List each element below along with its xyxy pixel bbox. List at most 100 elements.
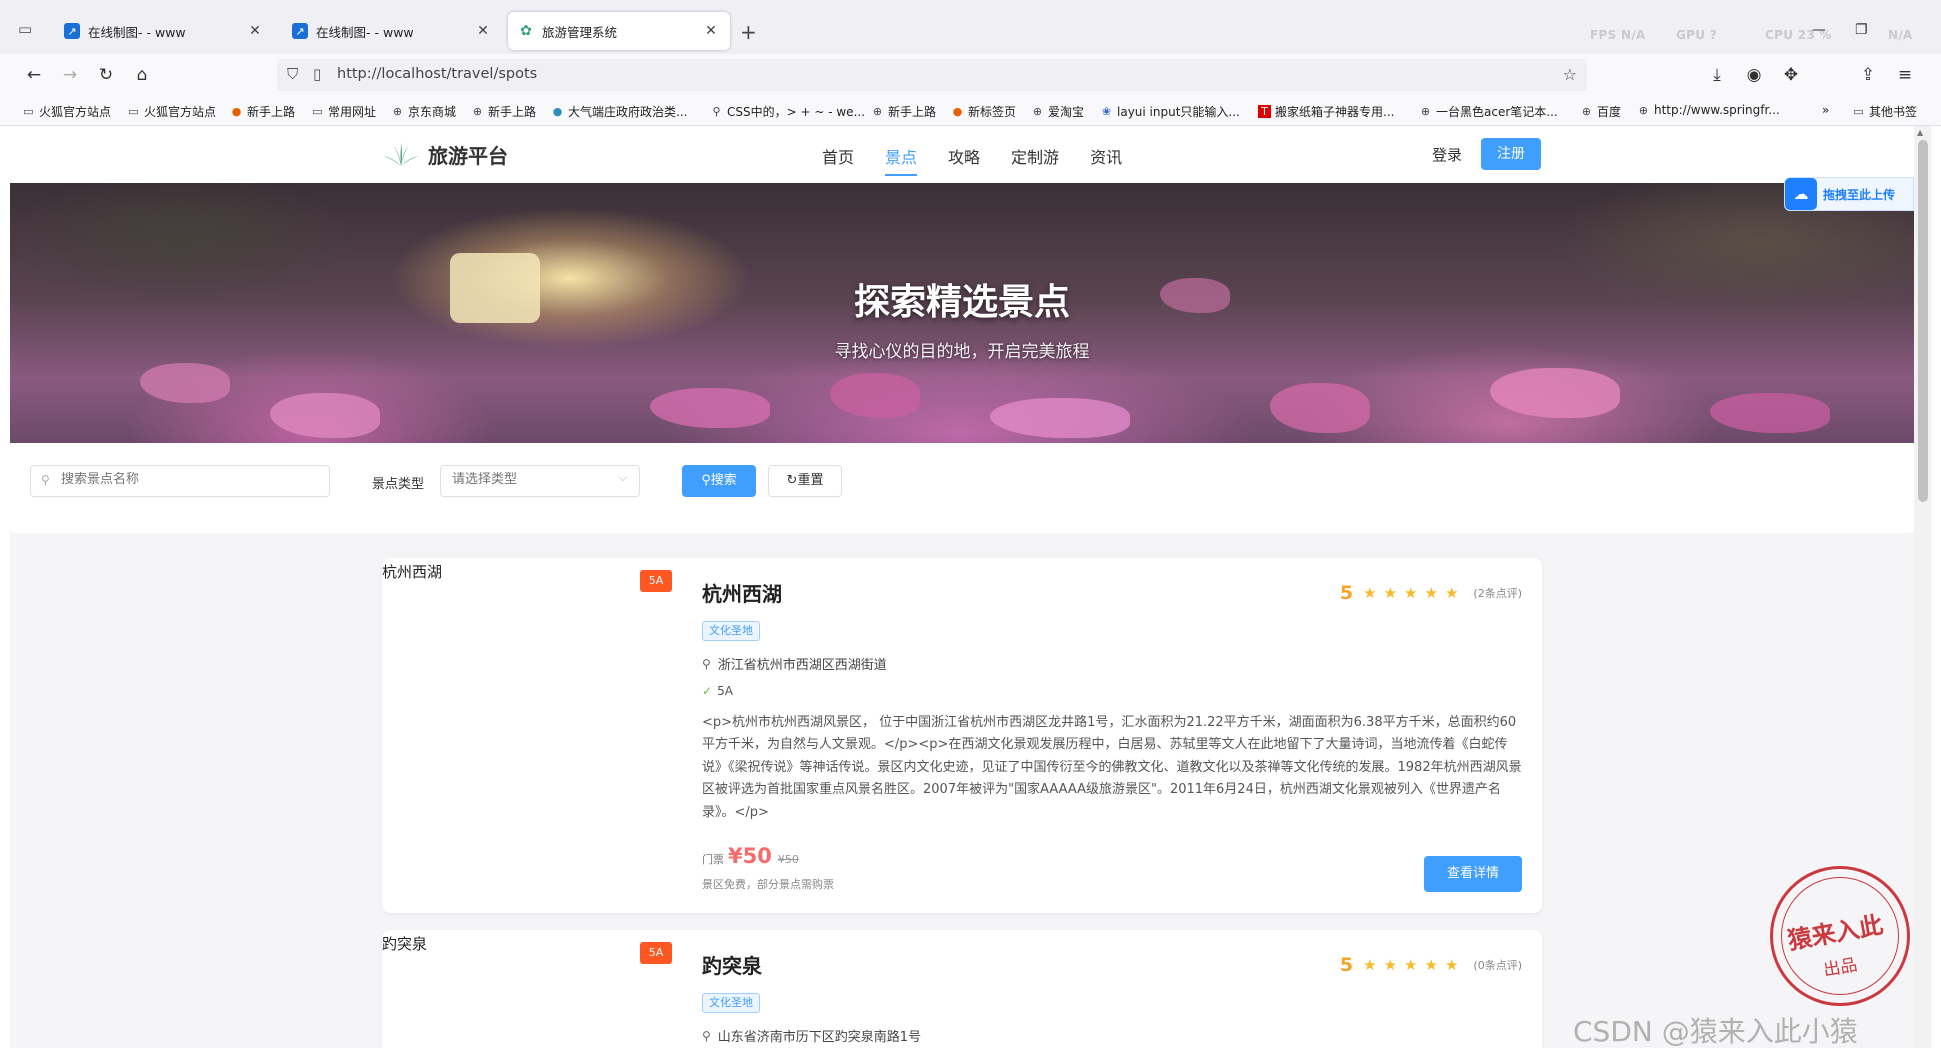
spot-name[interactable]: 杭州西湖: [702, 578, 782, 607]
drag-upload-widget[interactable]: ☁ 拖拽至此上传: [1784, 177, 1914, 211]
bookmark-item[interactable]: ❀ layui input只能输入...: [1100, 103, 1240, 120]
extension-icon[interactable]: ✥: [1779, 63, 1803, 87]
browser-tab-3-active[interactable]: ✿ 旅游管理系统 ✕: [508, 12, 730, 50]
globe-icon: ⊕: [1581, 105, 1592, 118]
spot-rating: 5 ★★★★★ (0条点评): [1340, 954, 1522, 976]
bookmark-item[interactable]: ⊕ 新手上路: [471, 103, 536, 120]
bookmark-item[interactable]: ⊕ 爱淘宝: [1031, 103, 1084, 120]
search-icon: ⚲: [41, 473, 50, 487]
back-icon[interactable]: ←: [22, 63, 46, 87]
firefox-icon: ●: [952, 105, 963, 118]
spot-rating: 5 ★★★★★ (2条点评): [1340, 582, 1522, 604]
close-icon[interactable]: ✕: [702, 23, 720, 39]
bookmark-item[interactable]: ⊕ 京东商城: [391, 103, 456, 120]
spot-search-field[interactable]: ⚲: [30, 465, 330, 497]
download-icon[interactable]: ⤓: [1705, 63, 1729, 87]
bookmark-item[interactable]: ● 大气端庄政府政治类...: [551, 103, 688, 120]
reset-button[interactable]: ↻重置: [768, 465, 842, 497]
rating-score: 5: [1339, 582, 1354, 604]
check-icon: ✓: [702, 684, 713, 698]
main-nav: 首页 景点 攻略 定制游 资讯: [822, 144, 1153, 176]
bookmark-item[interactable]: ● 新标签页: [951, 103, 1016, 120]
bookmark-item[interactable]: ⊕ 新手上路: [871, 103, 936, 120]
forward-icon[interactable]: →: [58, 63, 82, 87]
bookmark-item[interactable]: ▭ 火狐官方站点: [22, 103, 111, 120]
menu-icon[interactable]: ≡: [1893, 63, 1917, 87]
globe-icon: ⊕: [1420, 105, 1431, 118]
gpu-readout: GPU ?: [1676, 28, 1718, 42]
seal-stamp: 猿来入此 出品: [1770, 866, 1910, 1006]
register-button[interactable]: 注册: [1481, 138, 1541, 170]
hero-banner: 探索精选景点 寻找心仪的目的地，开启完美旅程: [10, 183, 1914, 443]
chevron-down-icon: ⌵: [618, 471, 627, 484]
folder-icon: ▭: [128, 105, 139, 118]
browser-tab-1[interactable]: ↗ 在线制图- - www ✕: [54, 12, 274, 50]
reload-icon[interactable]: ↻: [94, 63, 118, 87]
spot-name[interactable]: 趵突泉: [702, 950, 762, 979]
page-info-icon[interactable]: ▯: [313, 65, 321, 83]
scroll-up-icon[interactable]: ▲: [1917, 128, 1923, 137]
close-icon[interactable]: ✕: [474, 23, 492, 39]
bookmark-item[interactable]: ▭ 火狐官方站点: [127, 103, 216, 120]
shield-icon[interactable]: ⛉: [287, 65, 298, 83]
search-button[interactable]: ⚲搜索: [682, 465, 756, 497]
type-select-input[interactable]: [452, 472, 612, 487]
level-badge: 5A: [640, 942, 672, 964]
new-tab-button[interactable]: +: [740, 20, 757, 44]
bookmark-item[interactable]: T 搬家纸箱子神器专用...: [1258, 103, 1394, 120]
url-text[interactable]: http://localhost/travel/spots: [337, 66, 537, 82]
site-icon: ⚲: [712, 105, 721, 118]
original-price: ¥50: [777, 853, 799, 866]
scrollbar-thumb[interactable]: [1918, 140, 1928, 502]
view-detail-button[interactable]: 查看详情: [1424, 856, 1522, 892]
site-icon: ●: [552, 105, 563, 118]
bookmark-item[interactable]: ⚲ CSS中的，> + ~ - we...: [710, 103, 865, 120]
petal-shape: [1270, 383, 1370, 433]
site-header: 旅游平台 首页 景点 攻略 定制游 资讯 登录 注册: [10, 126, 1914, 183]
spot-card: 趵突泉 5A 趵突泉 5 ★★★★★ (0条点评) 文化圣地 ⚲ 山东省济南市历…: [382, 930, 1542, 1048]
browser-tab-2[interactable]: ↗ 在线制图- - www ✕: [282, 12, 502, 50]
tab-overview-icon[interactable]: ▭: [18, 20, 40, 42]
bookmark-item[interactable]: ⊕ http://www.springfr...: [1637, 103, 1780, 117]
leaf-icon: ✿: [520, 23, 532, 39]
bookmark-item[interactable]: ▭ 常用网址: [311, 103, 376, 120]
home-icon[interactable]: ⌂: [130, 63, 154, 87]
globe-icon: ⊕: [872, 105, 883, 118]
minimize-icon[interactable]: —: [1812, 22, 1826, 38]
site-logo[interactable]: 旅游平台: [382, 140, 508, 169]
login-link[interactable]: 登录: [1432, 144, 1462, 165]
address-text: 浙江省杭州市西湖区西湖街道: [717, 658, 887, 673]
bookmark-item[interactable]: ⊕ 一台黑色acer笔记本...: [1419, 103, 1558, 120]
extra-readout: N/A: [1888, 28, 1913, 42]
petal-shape: [1490, 368, 1620, 418]
folder-icon: ▭: [312, 105, 323, 118]
nav-guides[interactable]: 攻略: [948, 144, 980, 176]
nav-news[interactable]: 资讯: [1090, 144, 1122, 176]
nav-home[interactable]: 首页: [822, 144, 854, 176]
spot-image-alt[interactable]: 趵突泉: [382, 933, 427, 954]
share-icon[interactable]: ⇪: [1856, 63, 1880, 87]
page-scrollbar[interactable]: ▲: [1914, 126, 1931, 1048]
url-bar[interactable]: ⛉ ▯ http://localhost/travel/spots ☆: [277, 59, 1587, 91]
category-tag: 文化圣地: [702, 993, 760, 1013]
filter-bar: ⚲ 景点类型 ⌵ ⚲搜索 ↻重置: [10, 443, 1914, 533]
search-icon: ⚲: [701, 473, 711, 488]
bookmark-item[interactable]: ⊕ 百度: [1580, 103, 1621, 120]
account-icon[interactable]: ◉: [1742, 63, 1766, 87]
spot-search-input[interactable]: [61, 472, 321, 487]
close-icon[interactable]: ✕: [246, 23, 264, 39]
restore-icon[interactable]: ❐: [1855, 22, 1868, 38]
bookmark-item-other[interactable]: ▭ 其他书签: [1852, 103, 1917, 120]
bookmarks-overflow-icon[interactable]: »: [1822, 103, 1829, 117]
type-select[interactable]: ⌵: [440, 465, 640, 497]
site-logo-text: 旅游平台: [428, 144, 508, 168]
bookmark-star-icon[interactable]: ☆: [1563, 65, 1577, 84]
price-note: 景区免费，部分景点需购票: [702, 878, 834, 891]
tab-title: 在线制图- - www: [316, 24, 414, 40]
nav-custom-tour[interactable]: 定制游: [1011, 144, 1059, 176]
tab-title: 旅游管理系统: [542, 24, 618, 40]
paw-icon: ❀: [1101, 105, 1112, 118]
bookmark-item[interactable]: ● 新手上路: [230, 103, 295, 120]
nav-spots[interactable]: 景点: [885, 144, 918, 176]
spot-image-alt[interactable]: 杭州西湖: [382, 561, 442, 582]
